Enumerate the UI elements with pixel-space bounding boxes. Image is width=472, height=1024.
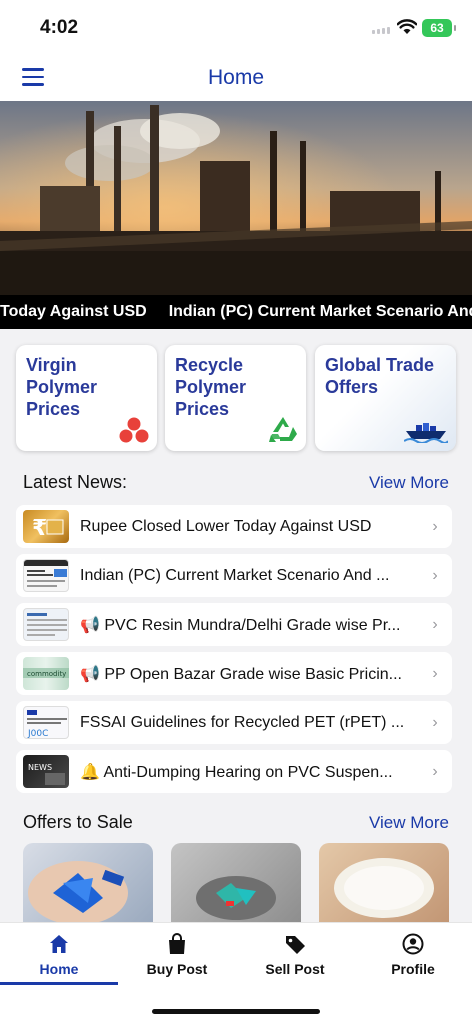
home-indicator-area <box>0 985 472 1024</box>
card-recycle-polymer-prices[interactable]: Recycle Polymer Prices <box>165 345 306 451</box>
bottom-tab-bar: Home Buy Post Sell Post Profile <box>0 922 472 986</box>
nav-header: Home <box>0 56 472 101</box>
news-title: 📢 PVC Resin Mundra/Delhi Grade wise Pr..… <box>80 616 401 634</box>
news-item[interactable]: 📢 PVC Resin Mundra/Delhi Grade wise Pr..… <box>16 603 452 646</box>
battery-level: 63 <box>430 21 444 35</box>
news-thumbnail-pvc <box>23 608 69 641</box>
latest-news-heading: Latest News: <box>23 472 128 492</box>
svg-text:J00C: J00C <box>27 729 48 739</box>
recycle-icon <box>269 417 297 442</box>
svg-text:₹: ₹ <box>32 516 47 541</box>
chevron-right-icon: › <box>432 664 438 682</box>
svg-text:commodity prices: commodity prices <box>27 670 69 678</box>
cellular-signal-icon <box>372 27 390 34</box>
news-item[interactable]: J00C FSSAI Guidelines for Recycled PET (… <box>16 701 452 744</box>
cargo-ship-icon <box>404 423 448 443</box>
tab-label: Home <box>39 961 79 977</box>
status-time: 4:02 <box>40 17 79 38</box>
tab-buy-post[interactable]: Buy Post <box>118 923 236 986</box>
tab-label: Profile <box>391 961 435 977</box>
chevron-right-icon: › <box>432 615 438 633</box>
news-item[interactable]: Indian (PC) Current Market Scenario And … <box>16 554 452 597</box>
tab-profile[interactable]: Profile <box>354 923 472 986</box>
home-indicator <box>152 1009 320 1014</box>
card-label: Recycle Polymer Prices <box>175 355 247 419</box>
three-dots-icon <box>119 417 149 443</box>
card-virgin-polymer-prices[interactable]: Virgin Polymer Prices <box>16 345 157 451</box>
shopping-bag-icon <box>169 933 185 954</box>
card-label: Virgin Polymer Prices <box>26 355 98 419</box>
tab-label: Buy Post <box>146 961 208 977</box>
news-item[interactable]: ₹ Rupee Closed Lower Today Against USD › <box>16 505 452 548</box>
tab-sell-post[interactable]: Sell Post <box>236 923 354 986</box>
tag-icon <box>286 936 305 954</box>
category-cards: Virgin Polymer Prices Recycle Polymer Pr… <box>16 345 456 451</box>
card-label: Global Trade Offers <box>325 355 435 397</box>
news-ticker[interactable]: Today Against USD Indian (PC) Current Mar… <box>0 295 472 329</box>
page-title: Home <box>207 66 265 89</box>
home-icon <box>50 935 68 953</box>
ticker-item: Indian (PC) Current Market Scenario And <box>168 303 472 320</box>
ticker-item: Today Against USD <box>0 303 147 320</box>
offer-card-image[interactable] <box>23 843 153 925</box>
chevron-right-icon: › <box>432 762 438 780</box>
industrial-plant-illustration <box>0 101 472 295</box>
chevron-right-icon: › <box>432 713 438 731</box>
news-thumbnail-pp: commodity prices <box>23 657 69 690</box>
offer-card-image[interactable] <box>171 843 301 925</box>
news-title: Indian (PC) Current Market Scenario And … <box>80 566 390 584</box>
chevron-right-icon: › <box>432 517 438 535</box>
news-item[interactable]: NEWS 🔔 Anti-Dumping Hearing on PVC Suspe… <box>16 750 452 793</box>
hero-banner-image <box>0 101 472 295</box>
news-title: 📢 PP Open Bazar Grade wise Basic Pricin.… <box>80 665 402 683</box>
wifi-icon <box>397 19 417 34</box>
status-bar: 4:02 63 <box>0 0 472 56</box>
news-item[interactable]: commodity prices 📢 PP Open Bazar Grade w… <box>16 652 452 695</box>
offers-view-more-link[interactable]: View More <box>369 813 449 833</box>
tab-home[interactable]: Home <box>0 923 118 986</box>
tab-label: Sell Post <box>265 961 325 977</box>
news-thumbnail-rupee: ₹ <box>23 510 69 543</box>
news-thumbnail-fssai: J00C <box>23 706 69 739</box>
news-title: Rupee Closed Lower Today Against USD <box>80 517 372 535</box>
svg-text:NEWS: NEWS <box>28 763 52 772</box>
offer-card-image[interactable] <box>319 843 449 925</box>
latest-news-view-more-link[interactable]: View More <box>369 473 449 493</box>
news-title: 🔔 Anti-Dumping Hearing on PVC Suspen... <box>80 763 393 781</box>
card-global-trade-offers[interactable]: Global Trade Offers <box>315 345 456 451</box>
news-thumbnail-news: NEWS <box>23 755 69 788</box>
news-title: FSSAI Guidelines for Recycled PET (rPET)… <box>80 713 405 731</box>
profile-icon <box>402 933 424 955</box>
battery-icon: 63 <box>422 19 456 37</box>
offers-heading: Offers to Sale <box>23 812 133 832</box>
chevron-right-icon: › <box>432 566 438 584</box>
news-thumbnail-pc <box>23 559 69 592</box>
